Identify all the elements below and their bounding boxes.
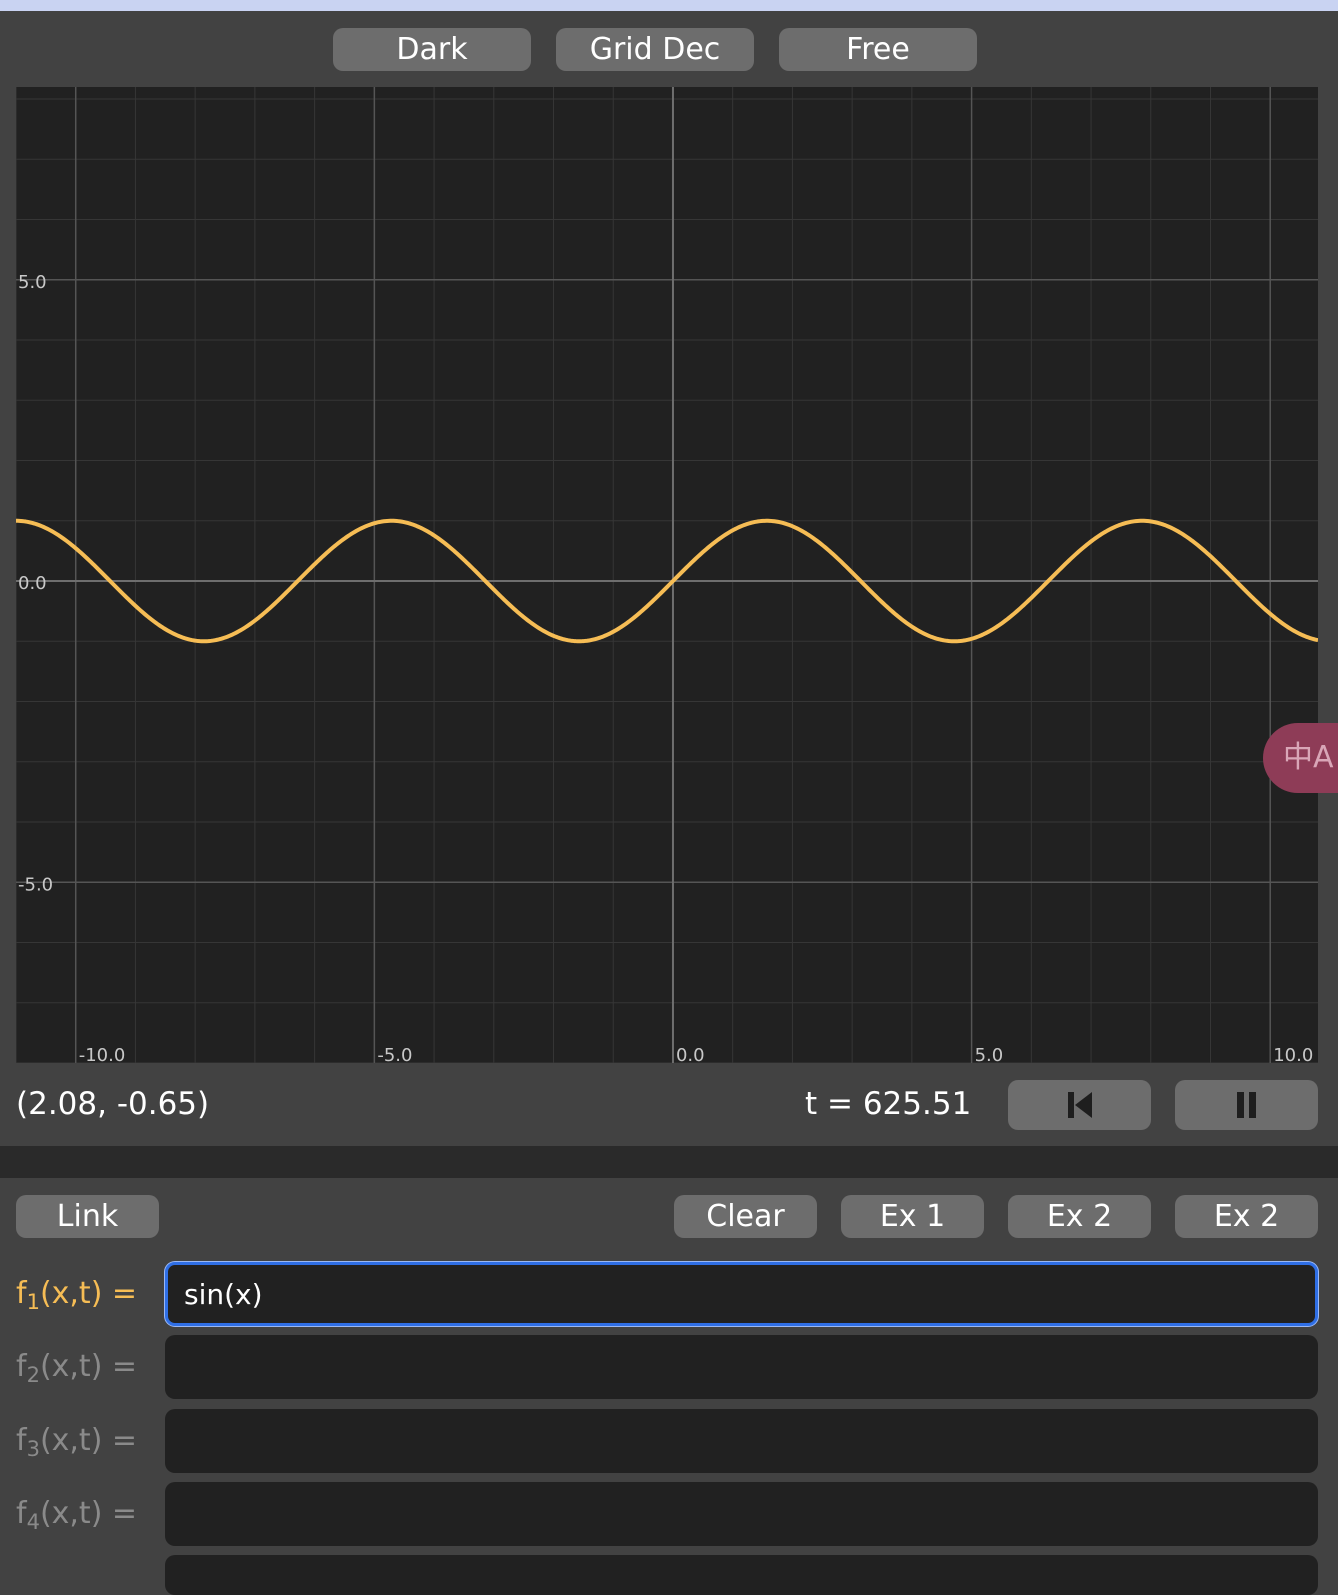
function-5-input[interactable] — [165, 1555, 1318, 1595]
x-tick-label: -10.0 — [79, 1045, 126, 1063]
y-tick-label: 0.0 — [18, 573, 47, 594]
clear-button[interactable]: Clear — [674, 1195, 817, 1238]
example-1-button[interactable]: Ex 1 — [841, 1195, 984, 1238]
function-2-input[interactable] — [165, 1335, 1318, 1399]
function-label-1: f1(x,t) = — [16, 1276, 138, 1314]
graph-canvas[interactable]: -10.0 -5.0 0.0 5.0 10.0 5.0 0.0 -5.0 — [16, 87, 1318, 1063]
pause-icon — [1236, 1092, 1256, 1118]
cursor-coordinates: (2.08, -0.65) — [16, 1086, 210, 1122]
dark-mode-button[interactable]: Dark — [333, 28, 531, 71]
time-readout: t = 625.51 — [805, 1086, 972, 1122]
y-tick-label: 5.0 — [18, 272, 47, 293]
y-tick-label: -5.0 — [18, 874, 53, 895]
major-grid — [16, 87, 1318, 1063]
translate-icon: 中A — [1283, 740, 1334, 775]
link-button[interactable]: Link — [16, 1195, 159, 1238]
translate-badge[interactable]: 中A — [1263, 723, 1338, 793]
free-button[interactable]: Free — [779, 28, 977, 71]
function-3-input[interactable] — [165, 1409, 1318, 1473]
grid-dec-button[interactable]: Grid Dec — [556, 28, 754, 71]
function-label-3: f3(x,t) = — [16, 1423, 138, 1461]
tick-labels: -10.0 -5.0 0.0 5.0 10.0 5.0 0.0 -5.0 — [18, 272, 1313, 1063]
graph-plot-area[interactable]: -10.0 -5.0 0.0 5.0 10.0 5.0 0.0 -5.0 — [16, 87, 1318, 1063]
example-3-button[interactable]: Ex 2 — [1175, 1195, 1318, 1238]
function-4-input[interactable] — [165, 1482, 1318, 1546]
pause-button[interactable] — [1175, 1080, 1318, 1130]
window-top-strip — [0, 0, 1338, 11]
reset-time-button[interactable] — [1008, 1080, 1151, 1130]
x-tick-label: -5.0 — [377, 1045, 412, 1063]
axes — [16, 87, 1318, 1063]
x-tick-label: 0.0 — [676, 1045, 705, 1063]
function-label-2: f2(x,t) = — [16, 1349, 138, 1387]
minor-grid — [16, 87, 1318, 1063]
function-1-input[interactable] — [165, 1262, 1318, 1326]
x-tick-label: 5.0 — [975, 1045, 1004, 1063]
function-label-4: f4(x,t) = — [16, 1496, 138, 1534]
skip-back-icon — [1067, 1092, 1092, 1118]
panel-divider — [0, 1146, 1338, 1178]
example-2-button[interactable]: Ex 2 — [1008, 1195, 1151, 1238]
x-tick-label: 10.0 — [1273, 1045, 1313, 1063]
